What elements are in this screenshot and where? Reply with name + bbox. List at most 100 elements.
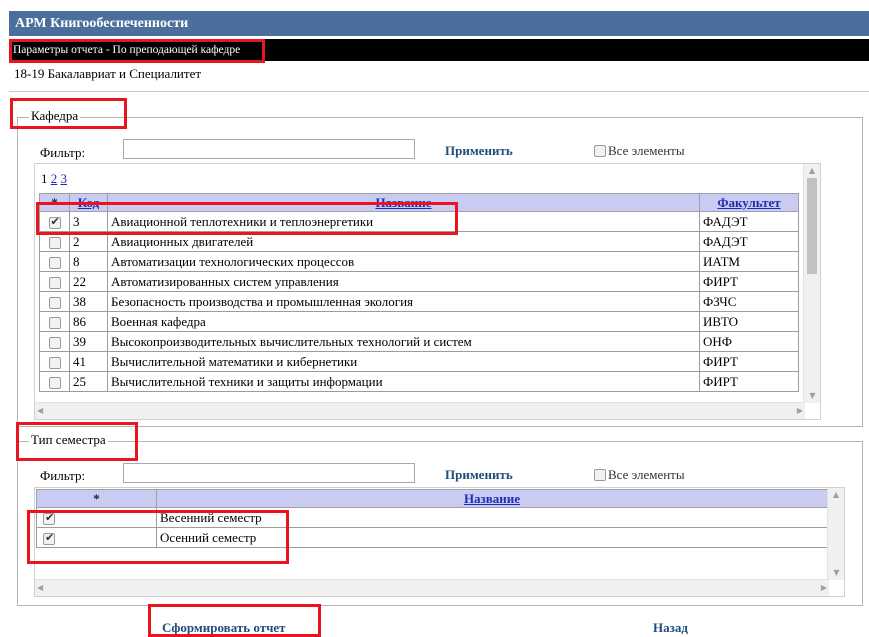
row-select-cell[interactable] bbox=[39, 371, 70, 392]
semester-table-header: * Название bbox=[36, 489, 828, 508]
department-apply-button[interactable]: Применить bbox=[445, 143, 513, 159]
department-pager: 1 2 3 bbox=[41, 171, 67, 187]
scroll-up-arrow-icon[interactable]: ▲ bbox=[804, 166, 820, 176]
semester-filter-input[interactable] bbox=[123, 463, 415, 483]
semester-apply-button[interactable]: Применить bbox=[445, 467, 513, 483]
semester-all-elements[interactable]: Все элементы bbox=[594, 467, 685, 483]
table-row[interactable]: 2 Авиационных двигателей ФАДЭТ bbox=[39, 231, 799, 252]
department-table: * Код Название Факультет 3Авиационной те… bbox=[39, 193, 799, 392]
row-checkbox[interactable] bbox=[48, 276, 61, 289]
row-faculty: ИАТМ bbox=[699, 251, 799, 272]
pager-page-2[interactable]: 2 bbox=[51, 171, 58, 186]
row-name: Безопасность производства и промышленная… bbox=[107, 291, 700, 312]
table-row[interactable]: 22 Автоматизированных систем управления ФИ… bbox=[39, 271, 799, 292]
row-name: Весенний семестр bbox=[156, 507, 828, 528]
row-faculty: ФИРТ bbox=[699, 271, 799, 292]
row-checkbox[interactable] bbox=[43, 511, 55, 525]
department-all-elements-label: Все элементы bbox=[608, 143, 685, 158]
row-select-cell[interactable] bbox=[36, 507, 157, 528]
semester-filter-label: Фильтр: bbox=[40, 468, 86, 483]
generate-report-button[interactable]: Сформировать отчет bbox=[162, 620, 286, 636]
table-row[interactable]: 41 Вычислительной математики и кибернетик… bbox=[39, 351, 799, 372]
row-select-cell[interactable] bbox=[39, 251, 70, 272]
row-checkbox[interactable] bbox=[48, 316, 61, 329]
col-select: * bbox=[39, 193, 70, 212]
table-row[interactable]: 86 Военная кафедра ИВТО bbox=[39, 311, 799, 332]
table-row[interactable]: 39 Высокопроизводительных вычислительных … bbox=[39, 331, 799, 352]
scroll-down-arrow-icon[interactable]: ▼ bbox=[828, 568, 844, 578]
col-name[interactable]: Название bbox=[156, 489, 828, 508]
scroll-up-arrow-icon[interactable]: ▲ bbox=[828, 490, 844, 500]
row-name: Автоматизации технологических процессов bbox=[107, 251, 700, 272]
col-faculty[interactable]: Факультет bbox=[699, 193, 799, 212]
row-code: 86 bbox=[69, 311, 108, 332]
row-select-cell[interactable] bbox=[39, 291, 70, 312]
row-select-cell[interactable] bbox=[39, 231, 70, 252]
row-name: Высокопроизводительных вычислительных те… bbox=[107, 331, 700, 352]
row-faculty: ФЗЧС bbox=[699, 291, 799, 312]
row-select-cell[interactable] bbox=[39, 331, 70, 352]
scroll-right-arrow-icon[interactable]: ▶ bbox=[821, 583, 827, 593]
scroll-left-arrow-icon[interactable]: ◀ bbox=[37, 583, 43, 593]
row-select-cell[interactable] bbox=[39, 351, 70, 372]
department-horizontal-scrollbar[interactable]: ◀ ▶ bbox=[35, 402, 805, 419]
department-all-elements[interactable]: Все элементы bbox=[594, 143, 685, 159]
scroll-right-arrow-icon[interactable]: ▶ bbox=[797, 406, 803, 416]
scroll-down-arrow-icon[interactable]: ▼ bbox=[804, 391, 820, 401]
row-name: Вычислительной математики и кибернетики bbox=[107, 351, 700, 372]
row-name: Осенний семестр bbox=[156, 527, 828, 548]
row-code: 41 bbox=[69, 351, 108, 372]
scroll-left-arrow-icon[interactable]: ◀ bbox=[37, 406, 43, 416]
row-checkbox[interactable] bbox=[48, 256, 61, 269]
table-row[interactable]: 38 Безопасность производства и промышленн… bbox=[39, 291, 799, 312]
row-checkbox[interactable] bbox=[48, 296, 61, 309]
semester-all-elements-label: Все элементы bbox=[608, 467, 685, 482]
col-code[interactable]: Код bbox=[69, 193, 108, 212]
table-row[interactable]: Осенний семестр bbox=[36, 527, 828, 548]
report-params-header: Параметры отчета - По преподающей кафедр… bbox=[9, 39, 869, 61]
table-row[interactable]: 8 Автоматизации технологических процессов… bbox=[39, 251, 799, 272]
table-row[interactable]: 3Авиационной теплотехники и теплоэнергет… bbox=[39, 211, 799, 232]
department-legend: Кафедра bbox=[29, 108, 81, 124]
row-checkbox[interactable] bbox=[43, 531, 55, 545]
row-code: 25 bbox=[69, 371, 108, 392]
semester-vertical-scrollbar[interactable]: ▲ ▼ bbox=[827, 488, 844, 580]
department-filter-input[interactable] bbox=[123, 139, 415, 159]
row-name: Автоматизированных систем управления bbox=[107, 271, 700, 292]
row-name: Авиационных двигателей bbox=[107, 231, 700, 252]
row-code: 3 bbox=[69, 211, 108, 232]
semester-table: * Название Весенний семестрОсенний семес… bbox=[36, 489, 828, 548]
table-row[interactable]: 25 Вычислительной техники и защиты информ… bbox=[39, 371, 799, 392]
pager-page-1[interactable]: 1 bbox=[41, 171, 48, 186]
row-faculty: ФАДЭТ bbox=[699, 231, 799, 252]
row-code: 38 bbox=[69, 291, 108, 312]
row-code: 22 bbox=[69, 271, 108, 292]
row-checkbox[interactable] bbox=[48, 336, 61, 349]
row-select-cell[interactable] bbox=[36, 527, 157, 548]
department-scroll-thumb[interactable] bbox=[807, 178, 817, 274]
col-name[interactable]: Название bbox=[107, 193, 700, 212]
department-table-header: * Код Название Факультет bbox=[39, 193, 799, 212]
row-faculty: ИВТО bbox=[699, 311, 799, 332]
row-select-cell[interactable] bbox=[39, 271, 70, 292]
row-checkbox[interactable] bbox=[48, 356, 61, 369]
header-divider bbox=[9, 91, 869, 92]
department-all-elements-checkbox[interactable] bbox=[594, 145, 606, 157]
row-code: 39 bbox=[69, 331, 108, 352]
row-checkbox[interactable] bbox=[48, 376, 61, 389]
row-checkbox[interactable] bbox=[48, 236, 61, 249]
back-button[interactable]: Назад bbox=[653, 620, 688, 636]
pager-page-3[interactable]: 3 bbox=[61, 171, 68, 186]
semester-legend: Тип семестра bbox=[29, 432, 108, 448]
semester-horizontal-scrollbar[interactable]: ◀ ▶ bbox=[35, 579, 829, 596]
row-checkbox[interactable] bbox=[48, 215, 61, 229]
col-select: * bbox=[36, 489, 157, 508]
semester-all-elements-checkbox[interactable] bbox=[594, 469, 606, 481]
table-row[interactable]: Весенний семестр bbox=[36, 507, 828, 528]
row-code: 2 bbox=[69, 231, 108, 252]
report-params-title: Параметры отчета - По преподающей кафедр… bbox=[13, 44, 241, 56]
row-select-cell[interactable] bbox=[39, 211, 70, 232]
row-faculty: ОНФ bbox=[699, 331, 799, 352]
row-select-cell[interactable] bbox=[39, 311, 70, 332]
department-vertical-scrollbar[interactable]: ▲ ▼ bbox=[803, 164, 820, 403]
